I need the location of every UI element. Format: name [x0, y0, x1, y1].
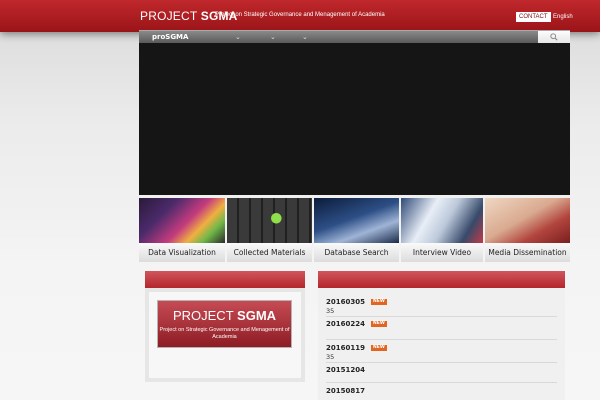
banner-title: PROJECT SGMA: [158, 309, 291, 323]
news-panel: 20160305 NEW 35 20160224 NEW 20160119 NE…: [318, 271, 565, 400]
feature-tiles: Data Visualization Collected Materials D…: [139, 198, 570, 262]
banner-title-sgma: SGMA: [237, 308, 277, 323]
news-date: 20151204: [326, 366, 365, 374]
news-date: 20160305: [326, 298, 365, 306]
news-item[interactable]: 20160305 NEW 35: [326, 294, 557, 317]
news-date: 20150817: [326, 387, 365, 395]
left-banner-panel: PROJECT SGMA Project on Strategic Govern…: [145, 271, 305, 382]
feature-tile-interview-video[interactable]: Interview Video: [401, 198, 483, 262]
main-nav-bar: proSGMA ⌄ ⌄ ⌄: [139, 30, 570, 43]
new-badge: NEW: [371, 345, 387, 351]
feature-image-data-visualization: [139, 198, 225, 243]
project-sgma-banner[interactable]: PROJECT SGMA Project on Strategic Govern…: [157, 300, 292, 348]
new-badge: NEW: [371, 321, 387, 327]
feature-image-collected-materials: [227, 198, 312, 243]
news-item[interactable]: 20151204: [326, 363, 557, 383]
news-item[interactable]: 20160224 NEW: [326, 317, 557, 340]
feature-label: Interview Video: [401, 243, 483, 262]
feature-tile-database-search[interactable]: Database Search: [314, 198, 399, 262]
feature-tile-media-dissemination[interactable]: Media Dissemination: [485, 198, 570, 262]
nav-dropdown-2-chevron-down-icon[interactable]: ⌄: [270, 31, 276, 43]
feature-tile-collected-materials[interactable]: Collected Materials: [227, 198, 312, 262]
feature-image-media-dissemination: [485, 198, 570, 243]
feature-image-interview-video: [401, 198, 483, 243]
feature-label: Collected Materials: [227, 243, 312, 262]
language-link[interactable]: English: [553, 14, 573, 20]
news-text: 35: [326, 353, 335, 361]
news-date: 20160119: [326, 344, 365, 352]
banner-title-project: PROJECT: [172, 308, 234, 323]
nav-dropdown-1-chevron-down-icon[interactable]: ⌄: [235, 31, 241, 43]
nav-dropdown-3-chevron-down-icon[interactable]: ⌄: [302, 31, 308, 43]
news-panel-header: [318, 271, 565, 288]
news-list: 20160305 NEW 35 20160224 NEW 20160119 NE…: [326, 294, 557, 400]
new-badge: NEW: [371, 299, 387, 305]
feature-label: Database Search: [314, 243, 399, 262]
video-player-area[interactable]: [139, 43, 570, 195]
news-text: 35: [326, 307, 335, 315]
nav-brand-link[interactable]: proSGMA: [152, 33, 188, 41]
contact-button[interactable]: CONTACT: [516, 12, 551, 22]
logo-word-project: PROJECT: [140, 9, 198, 23]
banner-subtitle: Project on Strategic Governance and Mena…: [159, 327, 290, 340]
news-item[interactable]: 20150817: [326, 383, 557, 400]
news-item[interactable]: 20160119 NEW 35: [326, 340, 557, 363]
nav-search-button[interactable]: [538, 31, 570, 43]
site-subtitle: Project on Strategic Governance and Mena…: [215, 12, 385, 18]
feature-label: Data Visualization: [139, 243, 225, 262]
feature-label: Media Dissemination: [485, 243, 570, 262]
news-date: 20160224: [326, 320, 365, 328]
search-icon: [550, 33, 558, 41]
feature-tile-data-visualization[interactable]: Data Visualization: [139, 198, 225, 262]
left-panel-header: [145, 271, 305, 288]
feature-image-database-search: [314, 198, 399, 243]
